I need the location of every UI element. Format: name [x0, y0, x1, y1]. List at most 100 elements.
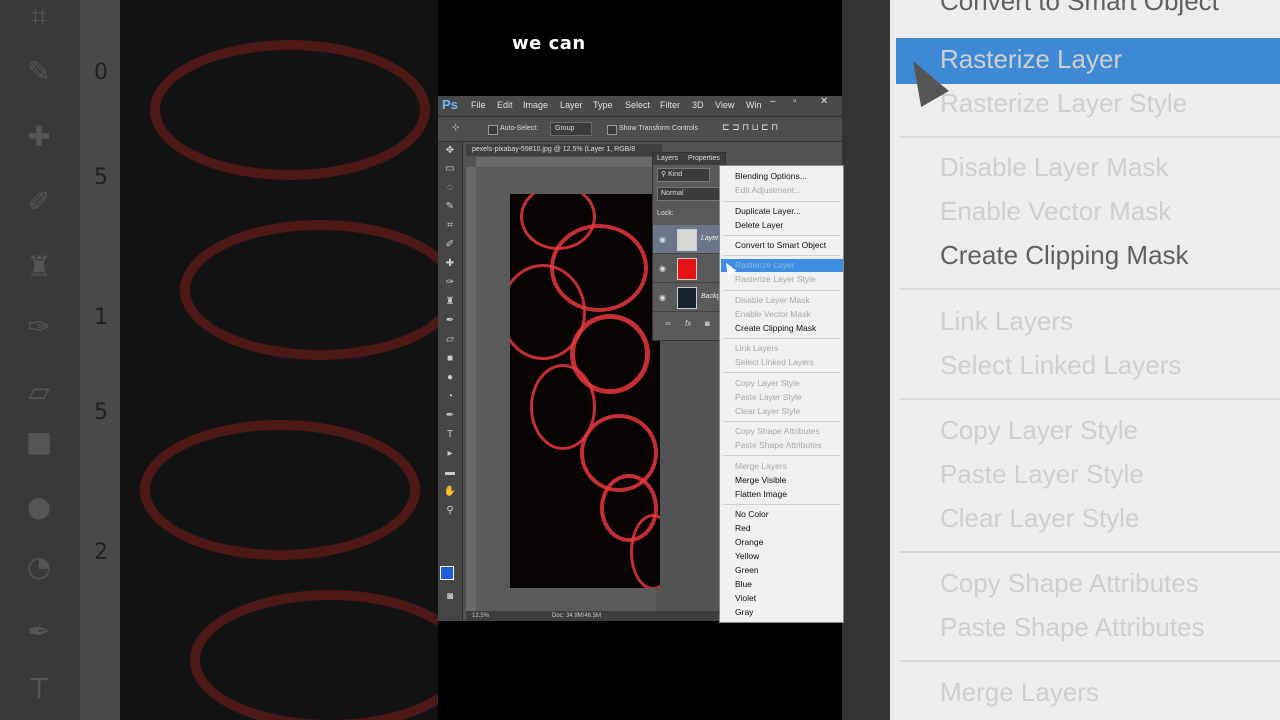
lasso-icon[interactable]: ◌ — [443, 181, 457, 195]
eye-icon[interactable]: ◉ — [659, 293, 666, 302]
ps-logo: Ps — [442, 97, 458, 112]
menu-item-blue[interactable]: Blue — [735, 579, 752, 589]
menu-item-green[interactable]: Green — [735, 565, 759, 575]
menu-filter[interactable]: Filter — [660, 100, 680, 110]
zoom-menu-item: Paste Shape Attributes — [940, 612, 1205, 642]
menu-item-edit-adjustment[interactable]: Edit Adjustment... — [735, 185, 801, 195]
move-tool-icon[interactable]: ⊹ — [452, 122, 460, 133]
menu-item-rasterize-layer[interactable]: Rasterize Layer — [735, 260, 795, 270]
eyedropper-icon[interactable]: ✐ — [443, 238, 457, 252]
marquee-icon[interactable]: ▭ — [443, 162, 457, 176]
menu-item-convert-smart-object[interactable]: Convert to Smart Object — [735, 240, 826, 250]
menu-item-red[interactable]: Red — [735, 523, 751, 533]
menu-item-paste-shape-attributes[interactable]: Paste Shape Attributes — [735, 440, 821, 450]
menu-item-no-color[interactable]: No Color — [735, 509, 769, 519]
gradient-icon[interactable]: ■ — [443, 352, 457, 366]
menu-item-delete-layer[interactable]: Delete Layer — [735, 220, 783, 230]
zoomed-context-menu: Convert to Smart Object Rasterize Layer … — [890, 0, 1280, 720]
path-select-icon[interactable]: ▸ — [443, 447, 457, 461]
menu-item-yellow[interactable]: Yellow — [735, 551, 759, 561]
layer-row[interactable]: ◉ Layer — [653, 225, 725, 254]
menu-item-duplicate-layer[interactable]: Duplicate Layer... — [735, 206, 801, 216]
mask-icon[interactable]: ◙ — [705, 319, 710, 328]
menu-item-link-layers[interactable]: Link Layers — [735, 343, 778, 353]
menu-view[interactable]: View — [715, 100, 734, 110]
move-icon[interactable]: ✥ — [443, 144, 457, 158]
smoke-image[interactable] — [510, 194, 660, 588]
layer-row[interactable]: ◉ — [653, 254, 725, 283]
menu-item-paste-layer-style[interactable]: Paste Layer Style — [735, 392, 802, 402]
hand-icon[interactable]: ✋ — [443, 485, 457, 499]
zoom-menu-item: Copy Layer Style — [940, 415, 1138, 445]
stamp-icon: ♜ — [26, 250, 52, 283]
layer-thumbnail — [677, 229, 697, 251]
stamp-icon[interactable]: ♜ — [443, 295, 457, 309]
tab-layers[interactable]: Layers — [657, 155, 678, 162]
document-tab[interactable]: pexels-pixabay-59810.jpg @ 12.5% (Layer … — [466, 144, 662, 156]
healing-icon[interactable]: ✚ — [443, 257, 457, 271]
eraser-icon[interactable]: ▱ — [443, 333, 457, 347]
crop-icon[interactable]: ⌗ — [443, 219, 457, 233]
menu-edit[interactable]: Edit — [497, 100, 513, 110]
dodge-icon: ◔ — [26, 550, 52, 583]
foreground-color-swatch[interactable] — [440, 566, 454, 580]
filter-kind-dropdown[interactable]: ⚲ Kind — [657, 168, 710, 182]
quick-mask-icon[interactable]: ◙ — [443, 590, 457, 604]
link-icon[interactable]: ∞ — [665, 319, 671, 328]
menu-item-orange[interactable]: Orange — [735, 537, 763, 547]
auto-select-checkbox[interactable] — [488, 125, 498, 135]
pen-icon[interactable]: ✒ — [443, 409, 457, 423]
blend-mode-dropdown[interactable]: Normal — [657, 187, 722, 201]
zoom-menu-item: Link Layers — [940, 306, 1073, 336]
menu-item-disable-layer-mask[interactable]: Disable Layer Mask — [735, 295, 810, 305]
close-icon[interactable]: ✕ — [820, 96, 828, 107]
menu-item-rasterize-layer-style[interactable]: Rasterize Layer Style — [735, 274, 816, 284]
menu-item-merge-visible[interactable]: Merge Visible — [735, 475, 786, 485]
menu-layer[interactable]: Layer — [560, 100, 583, 110]
menu-item-merge-layers[interactable]: Merge Layers — [735, 461, 787, 471]
history-brush-icon[interactable]: ✒ — [443, 314, 457, 328]
menu-file[interactable]: File — [471, 100, 486, 110]
menu-window[interactable]: Win — [746, 100, 762, 110]
dodge-icon[interactable]: ◔ — [443, 390, 457, 404]
transform-controls-checkbox[interactable] — [607, 125, 617, 135]
menu-item-create-clipping-mask[interactable]: Create Clipping Mask — [735, 323, 816, 333]
quick-select-icon[interactable]: ✎ — [443, 200, 457, 214]
menu-item-select-linked-layers[interactable]: Select Linked Layers — [735, 357, 814, 367]
blur-icon[interactable]: ● — [443, 371, 457, 385]
menu-image[interactable]: Image — [523, 100, 548, 110]
menu-item-violet[interactable]: Violet — [735, 593, 756, 603]
menu-item-copy-layer-style[interactable]: Copy Layer Style — [735, 378, 800, 388]
menu-item-blending-options[interactable]: Blending Options... — [735, 171, 807, 181]
blurred-layers-panel — [842, 0, 890, 720]
menu-item-clear-layer-style[interactable]: Clear Layer Style — [735, 406, 800, 416]
tab-properties[interactable]: Properties — [688, 155, 720, 162]
brush-icon: ✐ — [27, 185, 51, 218]
layer-name: Backg — [701, 293, 721, 300]
menu-item-flatten-image[interactable]: Flatten Image — [735, 489, 787, 499]
shape-icon[interactable]: ▬ — [443, 466, 457, 480]
menu-select[interactable]: Select — [625, 100, 650, 110]
smoke-shape — [140, 420, 420, 560]
auto-select-dropdown[interactable]: Group — [550, 122, 592, 136]
panel-tabs: Layers Properties — [653, 153, 725, 165]
brush-icon[interactable]: ✑ — [443, 276, 457, 290]
align-icons[interactable]: ⊏ ⊐ ⊓ ⊔ ⊏ ⊓ — [722, 122, 778, 133]
maximize-icon[interactable]: ▫ — [793, 96, 797, 107]
divider — [723, 255, 840, 256]
zoom-icon[interactable]: ⚲ — [443, 504, 457, 518]
menu-item-enable-vector-mask[interactable]: Enable Vector Mask — [735, 309, 811, 319]
minimize-icon[interactable]: – — [770, 96, 776, 107]
menu-item-copy-shape-attributes[interactable]: Copy Shape Attributes — [735, 426, 820, 436]
layer-row[interactable]: ◉ Backg — [653, 283, 725, 312]
menu-type[interactable]: Type — [593, 100, 613, 110]
menu-3d[interactable]: 3D — [692, 100, 704, 110]
divider — [723, 338, 840, 339]
divider — [723, 372, 840, 373]
eye-icon[interactable]: ◉ — [659, 264, 666, 273]
menu-item-gray[interactable]: Gray — [735, 607, 753, 617]
type-icon[interactable]: T — [443, 428, 457, 442]
fx-icon[interactable]: fx — [685, 319, 691, 328]
eye-icon[interactable]: ◉ — [659, 235, 666, 244]
zoom-menu-item: Disable Layer Mask — [940, 152, 1169, 182]
